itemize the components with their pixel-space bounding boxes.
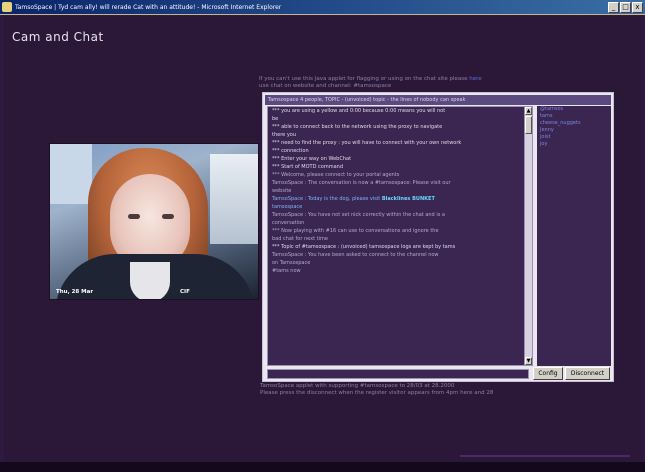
- scroll-thumb[interactable]: [525, 116, 532, 134]
- config-button[interactable]: Config: [533, 367, 563, 380]
- user-list-item[interactable]: cheese_nuggets: [537, 120, 611, 127]
- disconnect-button[interactable]: Disconnect: [565, 367, 610, 380]
- user-list-item[interactable]: joy: [537, 141, 611, 148]
- chat-line: TamsoSpace : The conversation is now a #…: [272, 180, 451, 186]
- minimize-button[interactable]: _: [608, 1, 619, 13]
- close-button[interactable]: x: [632, 1, 643, 13]
- chat-line: TamsoSpace : You have been asked to conn…: [272, 252, 439, 258]
- scroll-up-icon[interactable]: ▲: [525, 107, 532, 115]
- webcam-format: CIF: [180, 289, 190, 295]
- window-controls: _ □ x: [608, 1, 643, 13]
- chat-line: website: [272, 188, 292, 194]
- chat-scrollbar[interactable]: ▲ ▼: [524, 107, 532, 365]
- chat-line: #tams now: [272, 268, 301, 274]
- page-content: Cam and Chat Thu, 28 Mar CIF If you can'…: [4, 16, 641, 462]
- chat-line: tamsospace: [272, 204, 303, 210]
- chat-line: *** Welcome, please connect to your port…: [272, 172, 400, 178]
- chat-applet: Tamsospace 4 people, TOPIC - (unvoiced) …: [262, 92, 614, 382]
- chat-line: TamsoSpace : You have not set nick corre…: [272, 212, 445, 218]
- chat-line: TamsoSpace : Today is the dog, please vi…: [272, 196, 435, 202]
- chat-message-input[interactable]: [267, 369, 529, 379]
- title-bar: TamsoSpace | Tyd cam ally! will rerade C…: [0, 0, 645, 15]
- window-title: TamsoSpace | Tyd cam ally! will rerade C…: [15, 3, 282, 11]
- user-list: @tamsos tams cheese_nuggets Jenny joist …: [537, 106, 611, 366]
- bottom-strip: [0, 462, 645, 472]
- maximize-button[interactable]: □: [620, 1, 631, 13]
- chat-line: there you: [272, 132, 297, 138]
- notice-line2: use chat on website and channel: #tamsos…: [259, 83, 392, 89]
- webcam-view: Thu, 28 Mar CIF: [49, 143, 259, 300]
- chat-line: *** connection: [272, 148, 309, 154]
- notice-link[interactable]: here: [469, 76, 481, 82]
- chat-line: be: [272, 116, 279, 122]
- chat-line: *** need to find the proxy : you will ha…: [272, 140, 462, 146]
- chat-line: bad chat for next time: [272, 236, 328, 242]
- page-title: Cam and Chat: [12, 30, 104, 44]
- notice-line1: If you can't use this Java applet for fl…: [259, 76, 468, 82]
- status-divider: [460, 455, 630, 457]
- footer-text: TamsoSpace applet with supporting #tamso…: [260, 383, 630, 397]
- user-list-item[interactable]: @tamsos: [537, 106, 611, 113]
- notice-text: If you can't use this Java applet for fl…: [259, 76, 614, 90]
- chat-line: on Tamsospace: [272, 260, 311, 266]
- chat-line: conversation: [272, 220, 305, 226]
- user-list-item[interactable]: tams: [537, 113, 611, 120]
- footer-line1: TamsoSpace applet with supporting #tamso…: [260, 383, 455, 389]
- chat-line: *** Topic of #tamsospace : (unvoiced) ta…: [272, 244, 456, 250]
- chat-line: *** Start of MOTD command: [272, 164, 344, 170]
- chat-log: *** you are using a yellow and 0:00 beca…: [267, 106, 533, 366]
- browser-window: TamsoSpace | Tyd cam ally! will rerade C…: [0, 0, 645, 472]
- highlighted-link[interactable]: Blacklines BUNKET: [382, 196, 435, 202]
- chat-line: *** Now playing with #16 can use to conv…: [272, 228, 439, 234]
- chat-lines: *** you are using a yellow and 0:00 beca…: [268, 107, 532, 275]
- webcam-timestamp: Thu, 28 Mar: [56, 289, 94, 295]
- chat-line: *** you are using a yellow and 0:00 beca…: [272, 108, 446, 114]
- footer-line2: Please press the disconnect when the reg…: [260, 390, 494, 396]
- scroll-down-icon[interactable]: ▼: [525, 357, 532, 365]
- user-list-item[interactable]: Jenny: [537, 127, 611, 134]
- chat-topic-header: Tamsospace 4 people, TOPIC - (unvoiced) …: [265, 95, 611, 105]
- chat-line: *** able to connect back to the network …: [272, 124, 443, 130]
- ie-icon: [2, 2, 12, 12]
- user-list-item[interactable]: joist: [537, 134, 611, 141]
- chat-line: *** Enter your way on WebChat: [272, 156, 352, 162]
